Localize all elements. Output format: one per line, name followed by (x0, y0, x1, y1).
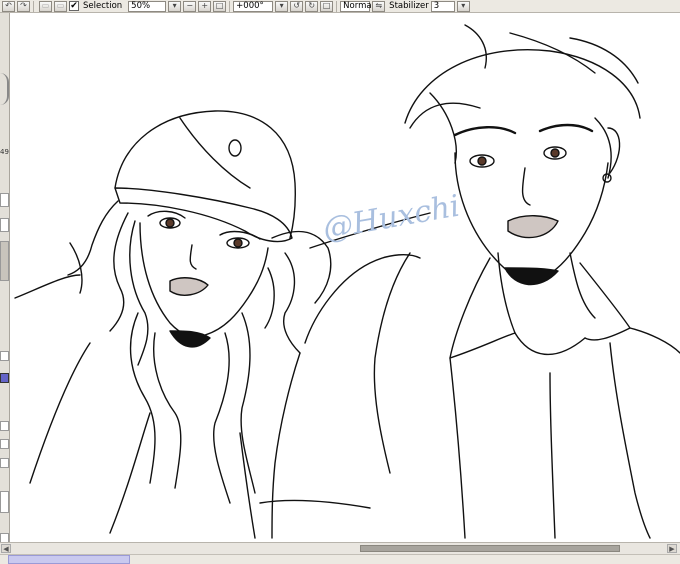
brush-size-number: 49 (0, 148, 9, 156)
scroll-thumb[interactable] (360, 545, 620, 552)
zoom-out-button[interactable]: − (183, 0, 197, 12)
tool-panel-edge: 49 (0, 13, 10, 545)
boy-figure (259, 24, 680, 539)
horizontal-scrollbar[interactable]: ◀ ▶ (0, 542, 680, 554)
rotation-dropdown-button[interactable]: ▾ (275, 0, 289, 12)
scroll-left-button[interactable]: ◀ (1, 544, 11, 553)
document-tab[interactable] (8, 555, 130, 564)
selection-label: Selection (83, 1, 123, 11)
selection-checkbox[interactable]: ✔ (69, 1, 79, 11)
layer-button[interactable] (0, 458, 9, 468)
deselect-button[interactable]: ▭ (39, 0, 52, 12)
stabilizer-label: Stabilizer (389, 1, 429, 11)
layer-button[interactable] (0, 351, 9, 361)
status-bar (0, 554, 680, 564)
panel-slider[interactable] (0, 241, 9, 281)
redo-button[interactable]: ↷ (17, 0, 30, 12)
watermark-text: @Huxchi (320, 189, 462, 247)
tool-swatch[interactable] (0, 218, 9, 232)
chevron-down-icon: ▾ (279, 1, 284, 10)
zoom-reset-icon: □ (215, 1, 224, 10)
drawing-canvas[interactable]: @Huxchi (10, 13, 680, 542)
zoom-dropdown-button[interactable]: ▾ (168, 0, 182, 12)
layer-button-active[interactable] (0, 373, 9, 383)
rotation-field[interactable]: +000° (233, 0, 274, 12)
layer-button[interactable] (0, 421, 9, 431)
stabilizer-field[interactable]: 3 (430, 0, 455, 12)
girl-figure (14, 110, 332, 539)
chevron-down-icon: ▾ (461, 1, 466, 10)
right-arrow-icon: ▶ (669, 545, 675, 553)
left-arrow-icon: ◀ (3, 545, 9, 553)
divider (229, 0, 231, 12)
rotate-ccw-button[interactable]: ↺ (290, 0, 304, 12)
undo-button[interactable]: ↶ (2, 0, 15, 12)
color-wheel-edge[interactable] (0, 73, 9, 105)
divider (33, 0, 34, 12)
undo-icon: ↶ (5, 1, 12, 10)
chevron-down-icon: ▾ (172, 1, 177, 10)
zoom-field[interactable]: 50% (128, 0, 167, 12)
divider (336, 0, 338, 12)
flip-icon: ⇋ (375, 1, 383, 10)
zoom-reset-button[interactable]: □ (213, 0, 227, 12)
reset-icon: □ (322, 1, 331, 10)
stabilizer-dropdown-button[interactable]: ▾ (456, 0, 470, 12)
scroll-right-button[interactable]: ▶ (667, 544, 677, 553)
rotate-ccw-icon: ↺ (293, 1, 301, 10)
deselect-icon: ▭ (41, 1, 50, 10)
flip-horizontal-button[interactable]: ⇋ (372, 0, 386, 12)
paint-app-window: ↶ ↷ ▭ ▭ ✔ Selection 50% ▾ − + □ +000° ▾ … (0, 0, 680, 564)
zoom-in-icon: + (201, 1, 209, 10)
blend-mode-select[interactable]: Normal (340, 0, 374, 12)
redo-icon: ↷ (20, 1, 27, 10)
invert-selection-button[interactable]: ▭ (54, 0, 67, 12)
top-toolbar: ↶ ↷ ▭ ▭ ✔ Selection 50% ▾ − + □ +000° ▾ … (0, 0, 680, 13)
layer-button[interactable] (0, 439, 9, 449)
zoom-out-icon: − (186, 1, 194, 10)
zoom-in-button[interactable]: + (198, 0, 212, 12)
line-art-drawing: @Huxchi (14, 24, 680, 539)
rotate-cw-icon: ↻ (308, 1, 316, 10)
tool-swatch[interactable] (0, 193, 9, 207)
selection-toggle[interactable]: ✔ Selection (69, 1, 124, 11)
rotate-cw-button[interactable]: ↻ (305, 0, 319, 12)
invert-selection-icon: ▭ (56, 1, 65, 10)
layer-thumbnail[interactable] (0, 491, 9, 513)
rotation-reset-button[interactable]: □ (320, 0, 334, 12)
